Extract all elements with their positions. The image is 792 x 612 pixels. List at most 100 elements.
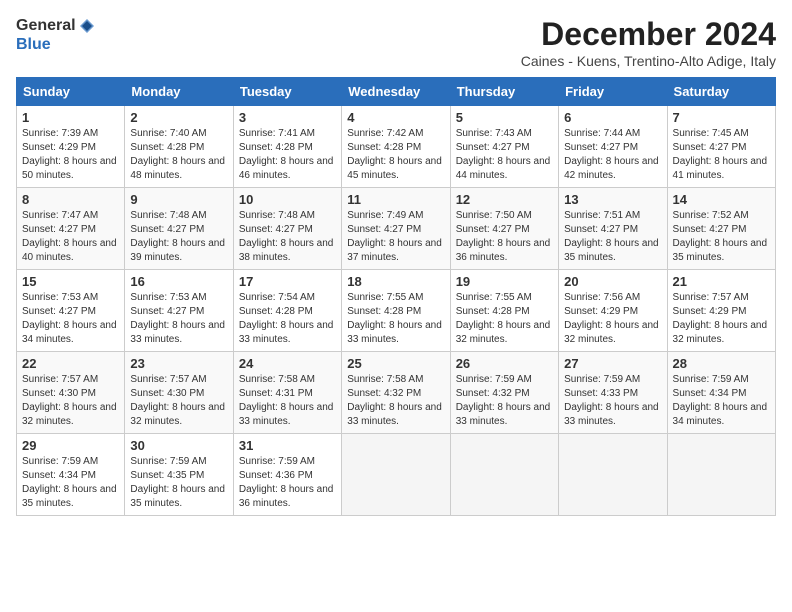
day-info: Sunrise: 7:57 AMSunset: 4:30 PMDaylight:…	[130, 373, 227, 429]
day-number: 23	[130, 356, 227, 371]
logo-general: General	[16, 16, 76, 35]
day-info: Sunrise: 7:55 AMSunset: 4:28 PMDaylight:…	[456, 291, 553, 347]
table-row: 18 Sunrise: 7:55 AMSunset: 4:28 PMDayligh…	[342, 270, 450, 352]
month-title: December 2024	[521, 16, 776, 53]
week-row-2: 8Sunrise: 7:47 AMSunset: 4:27 PMDaylight…	[17, 188, 776, 270]
day-info: Sunrise: 7:48 AMSunset: 4:27 PMDaylight:…	[130, 209, 227, 265]
day-info: Sunrise: 7:48 AMSunset: 4:27 PMDaylight:…	[239, 209, 336, 265]
header-tuesday: Tuesday	[233, 78, 341, 106]
day-info: Sunrise: 7:39 AMSunset: 4:29 PMDaylight:…	[22, 127, 119, 183]
day-info: Sunrise: 7:59 AMSunset: 4:34 PMDaylight:…	[22, 455, 119, 511]
table-row: 5 Sunrise: 7:43 AMSunset: 4:27 PMDaylight…	[450, 106, 558, 188]
day-info: Sunrise: 7:41 AMSunset: 4:28 PMDaylight:…	[239, 127, 336, 183]
day-info: Sunrise: 7:49 AMSunset: 4:27 PMDaylight:…	[347, 209, 444, 265]
header-saturday: Saturday	[667, 78, 775, 106]
day-info: Sunrise: 7:53 AMSunset: 4:27 PMDaylight:…	[130, 291, 227, 347]
header-friday: Friday	[559, 78, 667, 106]
table-row: 21 Sunrise: 7:57 AMSunset: 4:29 PMDayligh…	[667, 270, 775, 352]
table-row: 25 Sunrise: 7:58 AMSunset: 4:32 PMDayligh…	[342, 352, 450, 434]
day-number: 29	[22, 438, 119, 453]
table-row: 20 Sunrise: 7:56 AMSunset: 4:29 PMDayligh…	[559, 270, 667, 352]
day-number: 25	[347, 356, 444, 371]
table-row: 7Sunrise: 7:45 AMSunset: 4:27 PMDaylight…	[667, 106, 775, 188]
logo: General Blue	[16, 16, 96, 54]
day-number: 22	[22, 356, 119, 371]
day-number: 2	[130, 110, 227, 125]
table-row: 9 Sunrise: 7:48 AMSunset: 4:27 PMDaylight…	[125, 188, 233, 270]
table-row: 26Sunrise: 7:59 AMSunset: 4:32 PMDayligh…	[450, 352, 558, 434]
table-row: 12Sunrise: 7:50 AMSunset: 4:27 PMDayligh…	[450, 188, 558, 270]
table-row: 1 Sunrise: 7:39 AMSunset: 4:29 PMDaylight…	[17, 106, 125, 188]
week-row-4: 22 Sunrise: 7:57 AMSunset: 4:30 PMDayligh…	[17, 352, 776, 434]
header-sunday: Sunday	[17, 78, 125, 106]
day-number: 30	[130, 438, 227, 453]
table-row: 23 Sunrise: 7:57 AMSunset: 4:30 PMDayligh…	[125, 352, 233, 434]
table-row: 27Sunrise: 7:59 AMSunset: 4:33 PMDayligh…	[559, 352, 667, 434]
day-number: 18	[347, 274, 444, 289]
day-info: Sunrise: 7:55 AMSunset: 4:28 PMDaylight:…	[347, 291, 444, 347]
table-row: 14 Sunrise: 7:52 AMSunset: 4:27 PMDayligh…	[667, 188, 775, 270]
page-header: General Blue December 2024 Caines - Kuen…	[16, 16, 776, 69]
calendar-table: Sunday Monday Tuesday Wednesday Thursday…	[16, 77, 776, 516]
location-title: Caines - Kuens, Trentino-Alto Adige, Ita…	[521, 53, 776, 69]
table-row: 10 Sunrise: 7:48 AMSunset: 4:27 PMDayligh…	[233, 188, 341, 270]
title-area: December 2024 Caines - Kuens, Trentino-A…	[521, 16, 776, 69]
day-info: Sunrise: 7:42 AMSunset: 4:28 PMDaylight:…	[347, 127, 444, 183]
day-number: 27	[564, 356, 661, 371]
day-info: Sunrise: 7:47 AMSunset: 4:27 PMDaylight:…	[22, 209, 119, 265]
day-info: Sunrise: 7:59 AMSunset: 4:36 PMDaylight:…	[239, 455, 336, 511]
day-info: Sunrise: 7:44 AMSunset: 4:27 PMDaylight:…	[564, 127, 661, 183]
day-number: 20	[564, 274, 661, 289]
table-row	[667, 434, 775, 516]
day-number: 21	[673, 274, 770, 289]
day-number: 19	[456, 274, 553, 289]
day-number: 31	[239, 438, 336, 453]
day-info: Sunrise: 7:54 AMSunset: 4:28 PMDaylight:…	[239, 291, 336, 347]
day-info: Sunrise: 7:40 AMSunset: 4:28 PMDaylight:…	[130, 127, 227, 183]
table-row	[559, 434, 667, 516]
header-thursday: Thursday	[450, 78, 558, 106]
table-row: 13 Sunrise: 7:51 AMSunset: 4:27 PMDayligh…	[559, 188, 667, 270]
table-row: 3 Sunrise: 7:41 AMSunset: 4:28 PMDaylight…	[233, 106, 341, 188]
day-number: 14	[673, 192, 770, 207]
day-number: 15	[22, 274, 119, 289]
day-number: 1	[22, 110, 119, 125]
day-info: Sunrise: 7:43 AMSunset: 4:27 PMDaylight:…	[456, 127, 553, 183]
day-info: Sunrise: 7:50 AMSunset: 4:27 PMDaylight:…	[456, 209, 553, 265]
day-info: Sunrise: 7:52 AMSunset: 4:27 PMDaylight:…	[673, 209, 770, 265]
day-number: 9	[130, 192, 227, 207]
day-number: 7	[673, 110, 770, 125]
week-row-1: 1 Sunrise: 7:39 AMSunset: 4:29 PMDaylight…	[17, 106, 776, 188]
table-row: 19 Sunrise: 7:55 AMSunset: 4:28 PMDayligh…	[450, 270, 558, 352]
day-number: 16	[130, 274, 227, 289]
day-number: 3	[239, 110, 336, 125]
day-number: 26	[456, 356, 553, 371]
table-row: 31 Sunrise: 7:59 AMSunset: 4:36 PMDayligh…	[233, 434, 341, 516]
day-number: 17	[239, 274, 336, 289]
day-info: Sunrise: 7:57 AMSunset: 4:29 PMDaylight:…	[673, 291, 770, 347]
week-row-3: 15 Sunrise: 7:53 AMSunset: 4:27 PMDayligh…	[17, 270, 776, 352]
header-wednesday: Wednesday	[342, 78, 450, 106]
table-row: 15Sunrise: 7:53 AMSunset: 4:27 PMDayligh…	[17, 270, 125, 352]
day-number: 4	[347, 110, 444, 125]
week-row-5: 29 Sunrise: 7:59 AMSunset: 4:34 PMDayligh…	[17, 434, 776, 516]
table-row: 11 Sunrise: 7:49 AMSunset: 4:27 PMDayligh…	[342, 188, 450, 270]
table-row: 30Sunrise: 7:59 AMSunset: 4:35 PMDayligh…	[125, 434, 233, 516]
day-info: Sunrise: 7:51 AMSunset: 4:27 PMDaylight:…	[564, 209, 661, 265]
day-number: 11	[347, 192, 444, 207]
table-row: 2 Sunrise: 7:40 AMSunset: 4:28 PMDaylight…	[125, 106, 233, 188]
day-number: 13	[564, 192, 661, 207]
table-row	[450, 434, 558, 516]
day-info: Sunrise: 7:58 AMSunset: 4:31 PMDaylight:…	[239, 373, 336, 429]
day-info: Sunrise: 7:58 AMSunset: 4:32 PMDaylight:…	[347, 373, 444, 429]
table-row: 4 Sunrise: 7:42 AMSunset: 4:28 PMDaylight…	[342, 106, 450, 188]
logo-blue: Blue	[16, 35, 51, 54]
day-info: Sunrise: 7:56 AMSunset: 4:29 PMDaylight:…	[564, 291, 661, 347]
day-info: Sunrise: 7:59 AMSunset: 4:34 PMDaylight:…	[673, 373, 770, 429]
day-number: 5	[456, 110, 553, 125]
day-number: 10	[239, 192, 336, 207]
day-info: Sunrise: 7:57 AMSunset: 4:30 PMDaylight:…	[22, 373, 119, 429]
table-row: 16 Sunrise: 7:53 AMSunset: 4:27 PMDayligh…	[125, 270, 233, 352]
day-number: 24	[239, 356, 336, 371]
calendar-header-row: Sunday Monday Tuesday Wednesday Thursday…	[17, 78, 776, 106]
